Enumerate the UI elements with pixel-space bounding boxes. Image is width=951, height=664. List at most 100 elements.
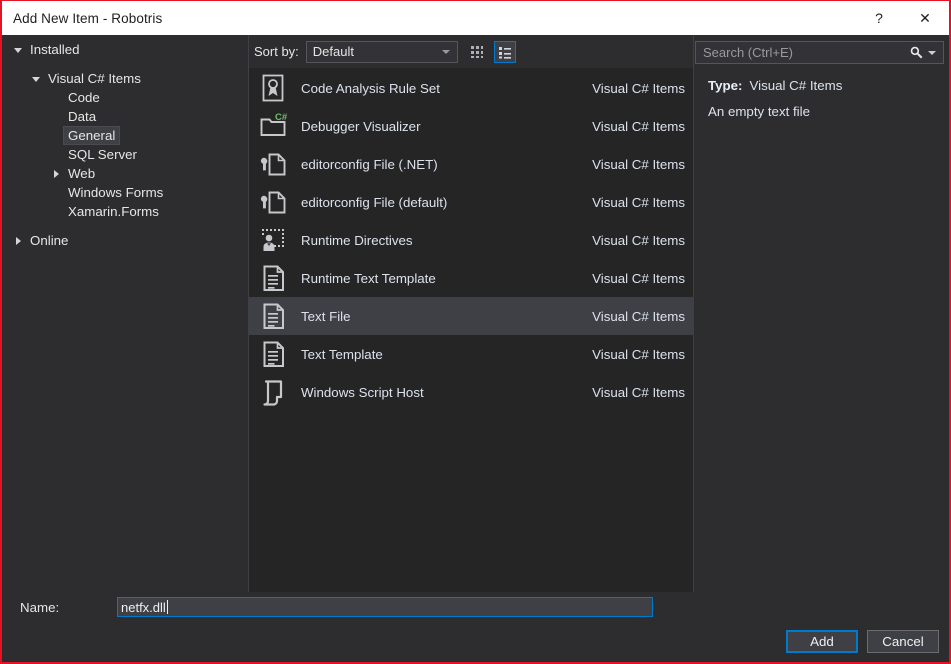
text-file-icon (257, 262, 289, 294)
add-new-item-dialog: Add New Item - Robotris ? ✕ Installed Vis… (0, 0, 951, 664)
tree-item-sql-server[interactable]: SQL Server (2, 145, 248, 164)
template-list-item[interactable]: C# Debugger VisualizerVisual C# Items (249, 107, 693, 145)
close-button[interactable]: ✕ (901, 1, 949, 35)
search-placeholder: Search (Ctrl+E) (703, 45, 793, 60)
triangle-down-icon[interactable] (28, 76, 44, 81)
chevron-down-icon[interactable] (928, 51, 936, 55)
title-bar-buttons: ? ✕ (857, 1, 949, 35)
search-container: Search (Ctrl+E) (694, 35, 949, 64)
small-icons-view-icon (469, 44, 485, 60)
script-host-icon (258, 377, 288, 407)
name-input-value: netfx.dll (121, 600, 166, 615)
template-list-item[interactable]: Text FileVisual C# Items (249, 297, 693, 335)
template-category: Visual C# Items (592, 233, 685, 248)
tree-item-label: Visual C# Items (44, 70, 145, 87)
tree-item-label: SQL Server (64, 146, 141, 163)
tree-item-label: General (64, 127, 119, 144)
detail-type-row: Type: Visual C# Items (708, 78, 935, 93)
template-list-item[interactable]: Windows Script HostVisual C# Items (249, 373, 693, 411)
template-category: Visual C# Items (592, 195, 685, 210)
tree-item-visual-c-items[interactable]: Visual C# Items (2, 69, 248, 88)
tree-item-installed[interactable]: Installed (2, 40, 248, 59)
tree-item-label: Code (64, 89, 104, 106)
template-name: Text Template (301, 347, 592, 362)
close-icon: ✕ (919, 10, 931, 27)
sort-by-label: Sort by: (254, 44, 299, 59)
search-input[interactable]: Search (Ctrl+E) (695, 41, 944, 64)
text-caret (167, 600, 168, 614)
template-list: Code Analysis Rule SetVisual C# Items C#… (249, 68, 693, 592)
config-file-icon (258, 149, 288, 179)
template-name: Runtime Directives (301, 233, 592, 248)
tree-item-xamarin-forms[interactable]: Xamarin.Forms (2, 202, 248, 221)
template-name: Windows Script Host (301, 385, 592, 400)
template-list-item[interactable]: editorconfig File (.NET)Visual C# Items (249, 145, 693, 183)
tree-item-online[interactable]: Online (2, 231, 248, 250)
tree-item-label: Online (26, 232, 72, 249)
search-icons (909, 45, 943, 60)
add-button[interactable]: Add (786, 630, 858, 653)
csharp-folder-icon: C# (258, 111, 288, 141)
text-file-icon (257, 300, 289, 332)
small-icons-view-button[interactable] (466, 41, 488, 63)
tree-item-label: Installed (26, 41, 84, 58)
detail-type-label: Type: (708, 78, 742, 93)
tree-item-general[interactable]: General (2, 126, 248, 145)
template-name: Debugger Visualizer (301, 119, 592, 134)
runtime-directives-icon (257, 224, 289, 256)
detail-description: An empty text file (708, 103, 935, 120)
template-details: Type: Visual C# Items An empty text file (694, 64, 949, 120)
tree-item-windows-forms[interactable]: Windows Forms (2, 183, 248, 202)
list-toolbar: Sort by: Default (249, 35, 693, 68)
template-category: Visual C# Items (592, 119, 685, 134)
help-button[interactable]: ? (857, 1, 901, 35)
tree-item-label: Web (64, 165, 99, 182)
detail-type-value: Visual C# Items (749, 78, 842, 93)
template-name: Code Analysis Rule Set (301, 81, 592, 96)
tree-spacer (2, 59, 248, 69)
tree-spacer (2, 221, 248, 231)
triangle-right-icon[interactable] (48, 170, 64, 178)
sort-by-dropdown[interactable]: Default (306, 41, 458, 63)
template-list-item[interactable]: Runtime DirectivesVisual C# Items (249, 221, 693, 259)
tree-item-data[interactable]: Data (2, 107, 248, 126)
dialog-body: Installed Visual C# Items CodeDataGeneral S… (2, 35, 949, 592)
triangle-right-icon[interactable] (10, 237, 26, 245)
template-category: Visual C# Items (592, 271, 685, 286)
ruleset-icon (258, 73, 288, 103)
script-host-icon (257, 376, 289, 408)
question-mark-icon: ? (875, 10, 883, 26)
tree-item-web[interactable]: Web (2, 164, 248, 183)
template-list-item[interactable]: Text TemplateVisual C# Items (249, 335, 693, 373)
template-list-item[interactable]: Runtime Text TemplateVisual C# Items (249, 259, 693, 297)
template-list-item[interactable]: Code Analysis Rule SetVisual C# Items (249, 69, 693, 107)
details-view-icon (497, 44, 513, 60)
template-category: Visual C# Items (592, 385, 685, 400)
text-file-icon (258, 301, 288, 331)
text-file-icon (258, 339, 288, 369)
window-title: Add New Item - Robotris (13, 11, 162, 26)
template-category: Visual C# Items (592, 157, 685, 172)
template-category: Visual C# Items (592, 347, 685, 362)
details-panel: Search (Ctrl+E) Type: Visual C# Items An (694, 35, 949, 592)
sort-by-value: Default (313, 44, 354, 59)
tree-item-code[interactable]: Code (2, 88, 248, 107)
templates-panel: Sort by: Default (248, 35, 694, 592)
triangle-down-icon[interactable] (10, 47, 26, 52)
template-category: Visual C# Items (592, 309, 685, 324)
name-input[interactable]: netfx.dll (117, 597, 653, 617)
category-tree: Installed Visual C# Items CodeDataGeneral S… (2, 35, 248, 592)
ruleset-icon (257, 72, 289, 104)
search-icon[interactable] (909, 45, 924, 60)
runtime-directives-icon (258, 225, 288, 255)
text-file-icon (258, 263, 288, 293)
config-file-icon (257, 148, 289, 180)
template-list-item[interactable]: editorconfig File (default)Visual C# Ite… (249, 183, 693, 221)
template-name: Runtime Text Template (301, 271, 592, 286)
view-mode-buttons (466, 41, 516, 63)
dialog-footer: Name: netfx.dll Add Cancel (2, 592, 949, 662)
details-view-button[interactable] (494, 41, 516, 63)
cancel-button[interactable]: Cancel (867, 630, 939, 653)
csharp-folder-icon: C# (257, 110, 289, 142)
tree-item-label: Xamarin.Forms (64, 203, 163, 220)
